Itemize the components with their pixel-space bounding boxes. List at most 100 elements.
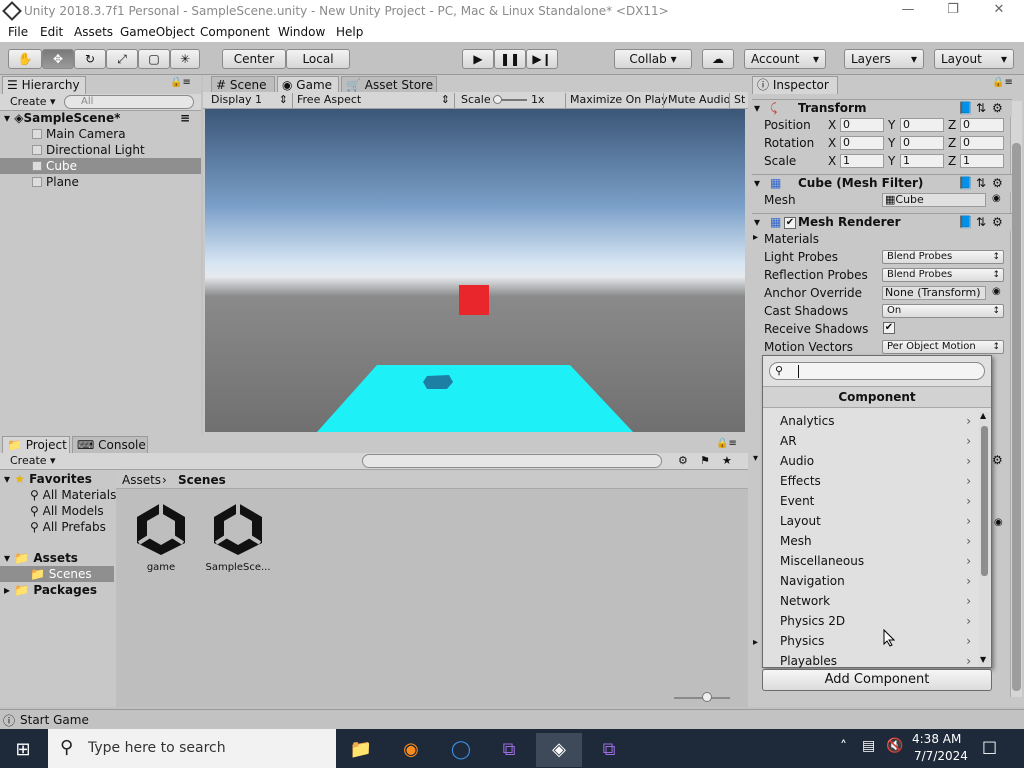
favorite-all-models[interactable]: ⚲ All Models [30,503,104,519]
component-item-audio[interactable]: Audio › [780,452,975,470]
maximize-button[interactable]: ❐ [938,2,968,20]
scroll-down-icon[interactable]: ▼ [980,656,986,664]
project-search-input[interactable] [362,454,662,468]
transform-header[interactable]: ▾ ⤹ Transform 📘 ⇅ ⚙ [752,99,1012,117]
pivot-center-button[interactable]: Center [222,49,286,69]
hierarchy-item-plane[interactable]: Plane [0,174,201,190]
lock-icon[interactable]: 🔒≡ [170,77,191,88]
menu-file[interactable]: File [8,25,28,39]
component-item-miscellaneous[interactable]: Miscellaneous › [780,552,975,570]
preset-icon[interactable]: ⇅ [976,176,986,190]
filter-label-icon[interactable]: ⚑ [700,454,710,469]
add-component-button[interactable]: Add Component [762,669,992,691]
reflection-probes-dropdown[interactable]: Blend Probes [882,268,1004,282]
menu-window[interactable]: Window [278,25,325,39]
transform-tool-icon[interactable]: ✳ [170,49,200,69]
rotation-y-field[interactable]: 0 [900,136,944,150]
chrome-icon[interactable]: ◯ [438,733,484,767]
aspect-dropdown[interactable]: Free Aspect ⇕ [297,93,455,108]
unity-taskbar-icon[interactable]: ◈ [536,733,582,767]
scale-tool-icon[interactable]: ⤢ [106,49,138,69]
scale-slider-thumb[interactable] [493,95,502,104]
help-book-icon[interactable]: 📘 [958,215,973,229]
icon-size-slider-thumb[interactable] [702,692,712,702]
tab-hierarchy[interactable]: ☰ Hierarchy [2,76,86,94]
minimize-button[interactable]: — [893,2,923,20]
menu-gameobject[interactable]: GameObject [120,25,195,39]
asset-file-game[interactable]: game [130,499,192,577]
help-book-icon[interactable]: 📘 [958,176,973,190]
gear-icon[interactable]: ⚙ [992,453,1003,467]
scene-root[interactable]: ▾ ◈SampleScene* ≡ [4,110,199,126]
game-viewport[interactable] [205,109,745,432]
tab-project[interactable]: 📁 Project [2,436,70,454]
expand-arrow-icon[interactable]: ▸ [4,583,10,597]
component-item-network[interactable]: Network › [780,592,975,610]
component-item-event[interactable]: Event › [780,492,975,510]
scenes-folder-node[interactable]: 📁 Scenes [0,566,114,582]
expand-arrow-icon[interactable]: ▸ [753,637,758,648]
materials-label[interactable]: Materials [764,232,819,246]
lock-icon[interactable]: 🔒≡ [992,77,1013,88]
stats-toggle[interactable]: St [729,93,745,108]
breadcrumb-assets[interactable]: Assets [122,473,161,487]
menu-edit[interactable]: Edit [40,25,63,39]
object-picker-icon[interactable]: ◉ [994,517,1003,528]
inspector-scrollbar-thumb[interactable] [1012,143,1021,691]
help-book-icon[interactable]: 📘 [958,101,973,115]
menu-help[interactable]: Help [336,25,363,39]
receive-shadows-checkbox[interactable]: ✔ [883,322,895,334]
expand-arrow-icon[interactable]: ▾ [4,472,10,486]
cloud-button[interactable]: ☁ [702,49,734,69]
packages-node[interactable]: ▸ 📁 Packages [4,582,97,598]
preset-icon[interactable]: ⇅ [976,215,986,229]
file-explorer-icon[interactable]: 📁 [338,733,384,767]
scale-x-field[interactable]: 1 [840,154,884,168]
clock-time[interactable]: 4:38 AM [912,732,961,746]
status-text[interactable]: Start Game [20,713,89,727]
assets-node[interactable]: ▾ 📁 Assets [4,550,78,566]
component-item-navigation[interactable]: Navigation › [780,572,975,590]
scene-menu-icon[interactable]: ≡ [180,110,190,126]
pivot-local-button[interactable]: Local [286,49,350,69]
component-list-scrollbar-thumb[interactable] [981,426,988,576]
favorite-all-materials[interactable]: ⚲ All Materials [30,487,116,503]
display-dropdown[interactable]: Display 1 ⇕ [211,93,293,108]
scale-z-field[interactable]: 1 [960,154,1004,168]
volume-mute-icon[interactable]: 🔇 [886,738,903,754]
close-button[interactable]: ✕ [984,2,1014,20]
account-dropdown[interactable]: Account ▾ [744,49,826,69]
preset-icon[interactable]: ⇅ [976,101,986,115]
component-item-analytics[interactable]: Analytics › [780,412,975,430]
motion-vectors-dropdown[interactable]: Per Object Motion [882,340,1004,354]
maximize-on-play-toggle[interactable]: Maximize On Play [565,93,668,108]
hierarchy-item-cube[interactable]: Cube [0,158,201,174]
network-icon[interactable]: ▤ [862,738,875,754]
object-picker-icon[interactable]: ◉ [992,286,1001,297]
cast-shadows-dropdown[interactable]: On [882,304,1004,318]
layers-dropdown[interactable]: Layers ▾ [844,49,924,69]
position-y-field[interactable]: 0 [900,118,944,132]
visual-studio-taskbar-icon[interactable]: ⧉ [586,733,632,767]
component-item-physics-2d[interactable]: Physics 2D › [780,612,975,630]
project-create-button[interactable]: Create ▾ [10,454,56,469]
gear-icon[interactable]: ⚙ [992,215,1003,229]
rotate-tool-icon[interactable]: ↻ [74,49,106,69]
component-item-mesh[interactable]: Mesh › [780,532,975,550]
firefox-icon[interactable]: ◉ [388,733,434,767]
play-button[interactable]: ▶ [462,49,494,69]
menu-component[interactable]: Component [200,25,270,39]
collapse-arrow-icon[interactable]: ▾ [754,215,760,229]
component-item-layout[interactable]: Layout › [780,512,975,530]
step-button[interactable]: ▶❙ [526,49,558,69]
hand-tool-icon[interactable]: ✋ [8,49,42,69]
mute-audio-toggle[interactable]: Mute Audio [663,93,730,108]
collapse-arrow-icon[interactable]: ▾ [754,101,760,115]
component-item-physics[interactable]: Physics › [780,632,975,650]
tab-console[interactable]: ⌨ Console [72,436,148,454]
hierarchy-create-button[interactable]: Create ▾ [10,95,56,110]
collapse-arrow-icon[interactable]: ▾ [753,453,758,464]
asset-file-samplescene[interactable]: SampleSce... [204,499,272,577]
filter-type-icon[interactable]: ⚙ [678,454,688,469]
chevron-up-icon[interactable]: ˄ [840,739,847,755]
